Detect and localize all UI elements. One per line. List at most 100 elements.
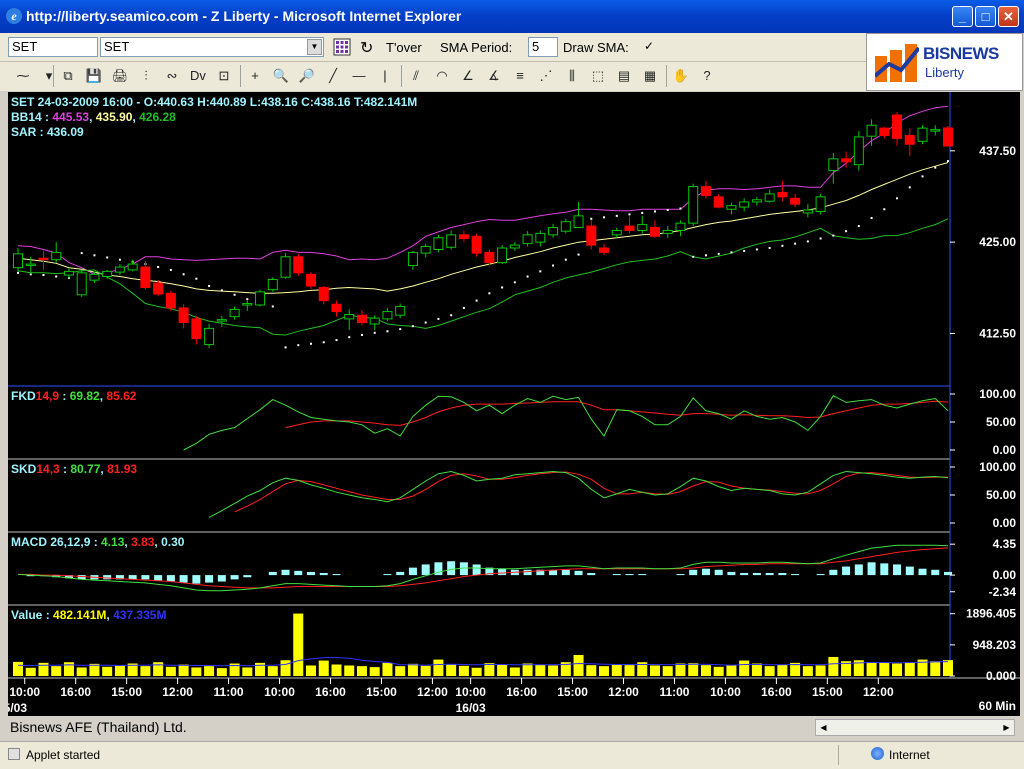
macd-histogram-bar [383, 574, 392, 576]
macd-histogram-bar [154, 575, 163, 581]
toolbar-tool-10-icon[interactable]: 🔍 [270, 65, 292, 87]
sar-dot [169, 268, 172, 271]
chevron-down-icon[interactable]: ▼ [307, 39, 322, 55]
sar-dot [908, 186, 911, 189]
y-tick-label: 50.00 [986, 415, 1016, 429]
macd-histogram-bar [498, 568, 507, 576]
sar-dot [246, 298, 249, 301]
volume-bar [153, 662, 164, 676]
sar-dot [552, 264, 555, 267]
volume-bar [509, 667, 520, 676]
grid-icon[interactable] [333, 38, 351, 56]
sar-dot [17, 271, 19, 274]
toolbar-tool-26-icon[interactable]: ? [696, 65, 718, 87]
symbol-select[interactable]: SET ▼ [100, 37, 324, 57]
volume-bar [76, 667, 87, 676]
toolbar-tool-9-icon[interactable]: + [244, 65, 266, 87]
window-title: http://liberty.seamico.com - Z Liberty -… [26, 8, 462, 24]
toolbar-tool-7-icon[interactable]: Dv [187, 65, 209, 87]
volume-bar [471, 667, 482, 676]
close-button[interactable]: ✕ [998, 6, 1019, 27]
macd-histogram-bar [587, 572, 596, 576]
x-tick-label: 15:00 [366, 685, 397, 699]
symbol-input[interactable]: SET [8, 37, 98, 57]
toolbar-tool-24-icon[interactable]: ▦ [639, 65, 661, 87]
toolbar-tool-5-icon[interactable]: ⫶ [135, 65, 157, 87]
minimize-button[interactable]: _ [952, 6, 973, 27]
sar-dot [93, 254, 96, 257]
volume-bar [535, 664, 546, 676]
chart-svg[interactable]: 437.50 425.00 412.50 SET 24-03-2009 16:00 -… [0, 92, 1020, 716]
candle [395, 305, 406, 316]
toolbar-tool-13-icon[interactable]: — [348, 65, 370, 87]
candle [280, 256, 291, 278]
macd-histogram-bar [523, 569, 532, 576]
draw-sma-checkbox[interactable]: ✓ [642, 39, 656, 53]
refresh-icon[interactable]: ↻ [360, 38, 373, 58]
chart-area[interactable]: 437.50 425.00 412.50 SET 24-03-2009 16:00 -… [0, 92, 1020, 716]
macd-histogram-bar [816, 574, 825, 576]
candle [764, 193, 775, 202]
toolbar-tool-25-icon[interactable]: ✋ [670, 65, 692, 87]
toolbar-tool-6-icon[interactable]: ∾ [161, 65, 183, 87]
volume-bar [777, 664, 788, 676]
candle [127, 263, 138, 271]
scroll-right-icon[interactable]: ▶ [999, 720, 1014, 735]
volume-bar [943, 660, 953, 676]
macd-histogram-bar [421, 564, 430, 576]
status-divider [838, 745, 839, 765]
volume-bar [267, 666, 278, 676]
tover-label[interactable]: T'over [386, 40, 422, 55]
timeframe-label: 60 Min [979, 699, 1016, 713]
toolbar-tool-21-icon[interactable]: ⫼ [561, 65, 583, 87]
toolbar-tool-22-icon[interactable]: ⬚ [587, 65, 609, 87]
toolbar-tool-17-icon[interactable]: ∠ [457, 65, 479, 87]
toolbar-tool-16-icon[interactable]: ◠ [431, 65, 453, 87]
candle [943, 127, 953, 147]
toolbar-tool-23-icon[interactable]: ▤ [613, 65, 635, 87]
toolbar-tool-20-icon[interactable]: ⋰ [535, 65, 557, 87]
macd-histogram-bar [791, 574, 800, 576]
x-tick-label: 10:00 [710, 685, 741, 699]
toolbar-tool-18-icon[interactable]: ∡ [483, 65, 505, 87]
toolbar-tool-2-icon[interactable]: ⧉ [57, 65, 79, 87]
sar-dot [297, 344, 300, 347]
volume-bar [688, 663, 699, 676]
toolbar-tool-15-icon[interactable]: ⫽ [405, 65, 427, 87]
toolbar-tool-3-icon[interactable]: 💾 [83, 65, 105, 87]
candle [777, 191, 788, 198]
sar-dot [233, 293, 236, 296]
toolbar-tool-14-icon[interactable]: | [374, 65, 396, 87]
candle [293, 256, 304, 274]
applet-toolbar-tools: ⁓ ▾ ⧉ 💾 🖨 ⫶ ∾ Dv ⊡ + 🔍 🔎 ╱ — | ⫽ ◠ ∠ ∡ ≡ ⋰ ⫼ ⬚ ▤ ▦ ✋? [0, 62, 866, 91]
bb-lower-line [17, 218, 949, 336]
toolbar-tool-8-icon[interactable]: ⊡ [213, 65, 235, 87]
macd-header: MACD 26,12,9 : 4.13, 3.83, 0.30 [11, 535, 185, 549]
macd-histogram-bar [281, 569, 290, 576]
macd-histogram-bar [701, 568, 710, 576]
volume-bar [726, 665, 737, 676]
horizontal-scrollbar[interactable]: ◀ ▶ [815, 719, 1015, 736]
candle [102, 270, 113, 277]
toolbar-tool-11-icon[interactable]: 🔎 [296, 65, 318, 87]
y-tick-label: -2.34 [989, 585, 1017, 599]
macd-histogram-bar [268, 571, 277, 576]
macd-histogram-bar [842, 566, 851, 576]
toolbar-tool-12-icon[interactable]: ╱ [322, 65, 344, 87]
toolbar-tool-19-icon[interactable]: ≡ [509, 65, 531, 87]
candle [726, 205, 737, 210]
maximize-button[interactable]: □ [975, 6, 996, 27]
zone-text: Internet [889, 748, 930, 762]
macd-histogram-bar [205, 575, 214, 583]
sar-dot [743, 249, 746, 252]
y-tick-label: 100.00 [979, 387, 1016, 401]
bisnews-logo: BISNEWS Liberty [866, 33, 1023, 91]
toolbar-tool-0-icon[interactable]: ⁓ [12, 65, 34, 87]
scroll-left-icon[interactable]: ◀ [816, 720, 831, 735]
candle [229, 308, 240, 318]
macd-histogram-bar [778, 572, 787, 576]
toolbar-tool-4-icon[interactable]: 🖨 [109, 65, 131, 87]
candle [51, 251, 62, 261]
sma-period-input[interactable]: 5 [528, 37, 558, 57]
volume-bar [497, 664, 508, 676]
